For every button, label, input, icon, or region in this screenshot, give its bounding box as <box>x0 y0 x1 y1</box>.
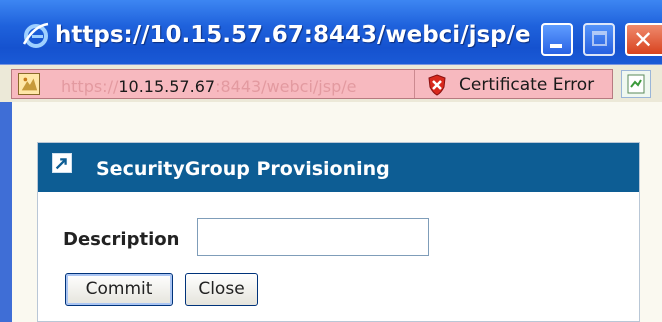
dialog-title: SecurityGroup Provisioning <box>96 158 390 180</box>
window-title-bar[interactable]: https://10.15.57.67:8443/webci/jsp/e... … <box>0 0 662 64</box>
close-window-button[interactable]: ✕ <box>625 23 662 56</box>
url-scheme: https:// <box>61 77 119 96</box>
maximize-icon <box>592 31 607 46</box>
window-left-border <box>0 102 12 322</box>
maximize-button[interactable] <box>583 23 615 56</box>
certificate-error-label[interactable]: Certificate Error <box>459 75 594 95</box>
page-icon <box>18 73 40 95</box>
url-rest: :8443/webci/jsp/e <box>215 77 357 96</box>
minimize-button[interactable] <box>541 23 573 56</box>
url-text: https://10.15.57.67:8443/webci/jsp/e <box>61 77 356 96</box>
compatibility-button[interactable] <box>621 70 651 98</box>
close-icon: ✕ <box>633 26 654 54</box>
cert-divider <box>414 70 415 98</box>
dialog-icon <box>52 153 72 173</box>
address-bar: https://10.15.57.67:8443/webci/jsp/e Cer… <box>0 64 662 102</box>
ie-icon <box>22 22 49 48</box>
dialog-header: SecurityGroup Provisioning <box>38 143 639 192</box>
minimize-icon <box>550 44 562 48</box>
description-input[interactable] <box>197 218 429 256</box>
provisioning-dialog: SecurityGroup Provisioning Description C… <box>37 142 640 322</box>
commit-button[interactable]: Commit <box>65 273 173 306</box>
close-button[interactable]: Close <box>185 273 258 306</box>
page-refresh-icon <box>627 74 645 94</box>
url-field[interactable]: https://10.15.57.67:8443/webci/jsp/e Cer… <box>11 69 613 99</box>
description-label: Description <box>63 229 180 250</box>
shield-icon[interactable] <box>427 74 447 96</box>
window-title: https://10.15.57.67:8443/webci/jsp/e... <box>55 22 530 48</box>
url-host: 10.15.57.67 <box>118 77 216 96</box>
